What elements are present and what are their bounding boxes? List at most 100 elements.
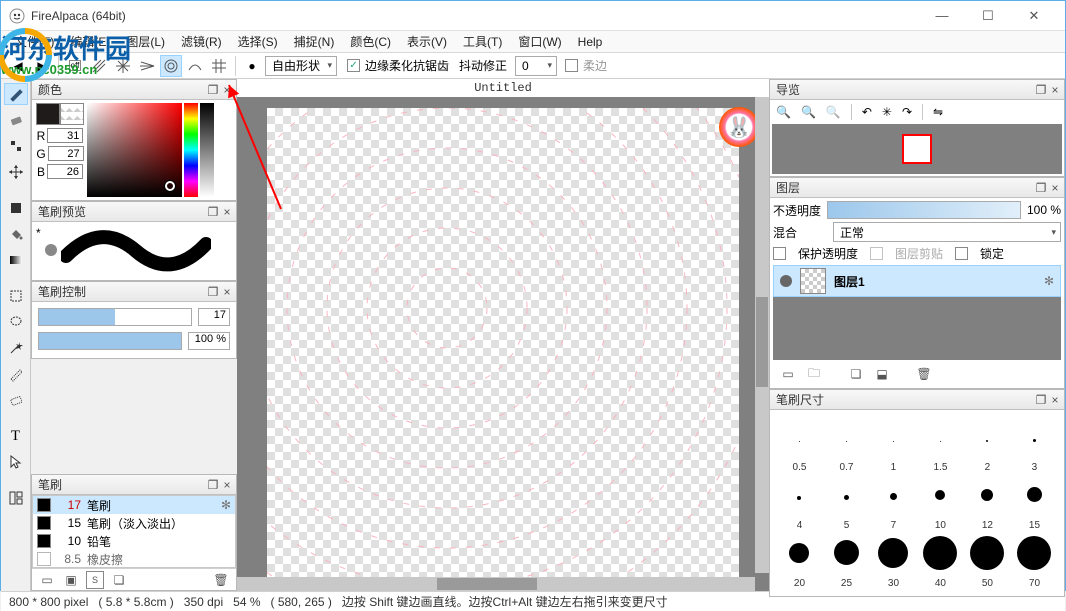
- brush-size-dot[interactable]: [964, 416, 1011, 460]
- add-group-icon[interactable]: ▣: [62, 571, 80, 589]
- duplicate-layer-icon[interactable]: ❏: [847, 365, 865, 383]
- panel-dock-icon[interactable]: ❐: [206, 83, 220, 97]
- canvas-scrollbar-h[interactable]: [237, 577, 755, 591]
- clipping-checkbox[interactable]: [870, 247, 883, 260]
- brush-list[interactable]: 17笔刷✻ 15笔刷（淡入淡出） 10铅笔 8.5橡皮擦: [32, 495, 236, 568]
- snap-center-icon[interactable]: ●: [241, 55, 263, 77]
- move-tool-icon[interactable]: [4, 161, 28, 183]
- brush-opacity-slider[interactable]: [38, 332, 182, 350]
- menu-tool[interactable]: 工具(T): [455, 31, 510, 52]
- shake-correction-combo[interactable]: 0: [515, 56, 557, 76]
- maximize-button[interactable]: ☐: [965, 1, 1011, 31]
- nav-fwd-icon[interactable]: ▶: [31, 55, 53, 77]
- menu-select[interactable]: 选择(S): [230, 31, 286, 52]
- panel-close-icon[interactable]: ×: [1048, 393, 1062, 407]
- layer-visibility-icon[interactable]: [780, 275, 792, 287]
- color-g-input[interactable]: [48, 146, 84, 161]
- brush-list-item[interactable]: 10铅笔: [33, 532, 235, 550]
- panel-close-icon[interactable]: ×: [220, 285, 234, 299]
- color-r-input[interactable]: [47, 128, 83, 143]
- duplicate-brush-icon[interactable]: ❏: [110, 571, 128, 589]
- lock-checkbox[interactable]: [955, 247, 968, 260]
- brush-size-value[interactable]: 17: [198, 308, 230, 326]
- snap-cross-icon[interactable]: [112, 55, 134, 77]
- menu-snap[interactable]: 捕捉(N): [286, 31, 343, 52]
- brush-size-dot[interactable]: [823, 416, 870, 460]
- value-slider[interactable]: [200, 103, 214, 197]
- color-b-input[interactable]: [47, 164, 83, 179]
- brush-size-dot[interactable]: [917, 532, 964, 576]
- menu-color[interactable]: 颜色(C): [342, 31, 399, 52]
- brush-size-dot[interactable]: [870, 474, 917, 518]
- snap-vanish-icon[interactable]: [136, 55, 158, 77]
- brush-opacity-value[interactable]: 100 %: [188, 332, 230, 350]
- brush-size-dot[interactable]: [776, 532, 823, 576]
- add-brush-icon[interactable]: ▭: [38, 571, 56, 589]
- brush-list-item[interactable]: 17笔刷✻: [33, 496, 235, 514]
- gear-icon[interactable]: ✻: [221, 498, 231, 512]
- select-rect-tool-icon[interactable]: [4, 285, 28, 307]
- background-swatch[interactable]: [60, 103, 84, 125]
- soft-edge-checkbox[interactable]: [565, 59, 578, 72]
- antialias-checkbox[interactable]: [347, 59, 360, 72]
- brush-tool-icon[interactable]: [4, 83, 28, 105]
- delete-layer-icon[interactable]: 🗑: [915, 365, 933, 383]
- rotate-cw-icon[interactable]: ↷: [902, 105, 912, 119]
- layer-list[interactable]: 图层1 ✻: [773, 265, 1061, 360]
- color-field[interactable]: [87, 103, 182, 197]
- brush-size-dot[interactable]: [1011, 532, 1058, 576]
- protect-alpha-checkbox[interactable]: [773, 247, 786, 260]
- brush-list-item[interactable]: 15笔刷（淡入淡出）: [33, 514, 235, 532]
- panel-dock-icon[interactable]: ❐: [1034, 393, 1048, 407]
- menu-layer[interactable]: 图层(L): [118, 31, 173, 52]
- panel-dock-icon[interactable]: ❐: [206, 205, 220, 219]
- brush-size-dot[interactable]: [823, 532, 870, 576]
- close-button[interactable]: ✕: [1011, 1, 1057, 31]
- snap-circle-icon[interactable]: [160, 55, 182, 77]
- fill-tool-icon[interactable]: [4, 197, 28, 219]
- snap-curve-icon[interactable]: [184, 55, 206, 77]
- brush-list-item[interactable]: 8.5橡皮擦: [33, 550, 235, 568]
- panel-dock-icon[interactable]: ❐: [1034, 83, 1048, 97]
- shape-mode-combo[interactable]: 自由形状: [265, 56, 337, 76]
- divide-tool-icon[interactable]: [4, 487, 28, 509]
- new-folder-icon[interactable]: 🗀: [805, 365, 823, 383]
- minimize-button[interactable]: —: [919, 1, 965, 31]
- brush-size-dot[interactable]: [964, 532, 1011, 576]
- gradient-tool-icon[interactable]: [4, 249, 28, 271]
- menu-edit[interactable]: 编辑(E): [62, 31, 118, 52]
- mascot-icon[interactable]: 🐰: [719, 107, 759, 147]
- panel-close-icon[interactable]: ×: [220, 205, 234, 219]
- bucket-tool-icon[interactable]: [4, 223, 28, 245]
- eraser-tool-icon[interactable]: [4, 109, 28, 131]
- snap-parallel-icon[interactable]: [88, 55, 110, 77]
- nav-back-icon[interactable]: ◀: [7, 55, 29, 77]
- blend-mode-combo[interactable]: 正常: [833, 222, 1061, 242]
- foreground-swatch[interactable]: [36, 103, 60, 125]
- flip-icon[interactable]: ⇋: [933, 105, 943, 119]
- gear-icon[interactable]: ✻: [1044, 274, 1054, 288]
- document-tab[interactable]: Untitled: [237, 79, 769, 97]
- brush-size-dot[interactable]: [917, 416, 964, 460]
- brush-size-dot[interactable]: [776, 416, 823, 460]
- select-lasso-tool-icon[interactable]: [4, 311, 28, 333]
- brush-size-dot[interactable]: [917, 474, 964, 518]
- brush-size-dot[interactable]: [964, 474, 1011, 518]
- menu-help[interactable]: Help: [570, 33, 611, 51]
- panel-dock-icon[interactable]: ❐: [1034, 181, 1048, 195]
- new-layer-icon[interactable]: ▭: [779, 365, 797, 383]
- select-pen-tool-icon[interactable]: [4, 363, 28, 385]
- rotate-reset-icon[interactable]: ✳: [882, 105, 892, 119]
- delete-brush-icon[interactable]: 🗑: [212, 571, 230, 589]
- panel-close-icon[interactable]: ×: [1048, 181, 1062, 195]
- menu-filter[interactable]: 滤镜(R): [173, 31, 230, 52]
- dot-tool-icon[interactable]: [4, 135, 28, 157]
- navigator-preview[interactable]: [772, 124, 1062, 174]
- panel-close-icon[interactable]: ×: [220, 83, 234, 97]
- zoom-fit-icon[interactable]: 🔍: [826, 105, 841, 119]
- layer-opacity-slider[interactable]: [827, 201, 1021, 219]
- script-brush-icon[interactable]: S: [86, 571, 104, 589]
- brush-size-dot[interactable]: [823, 474, 870, 518]
- layer-name[interactable]: 图层1: [834, 273, 1036, 290]
- pointer-tool-icon[interactable]: [4, 451, 28, 473]
